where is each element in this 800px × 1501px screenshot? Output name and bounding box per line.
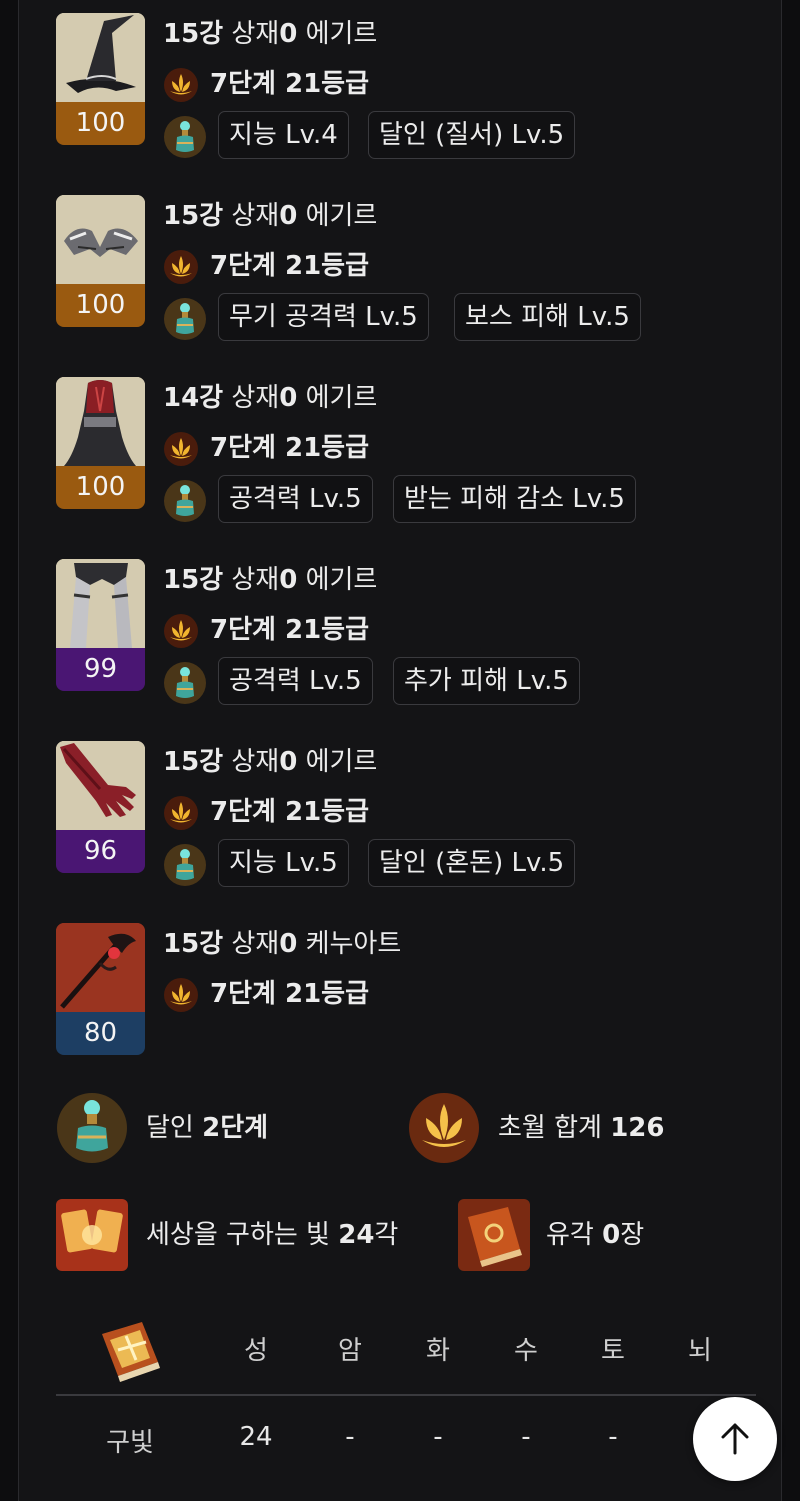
quality-badge: 80 [56,1012,145,1055]
scroll-to-top-button[interactable] [693,1397,777,1481]
item-thumbnail: 100 [56,195,145,327]
transcend-stage: 7단계 [210,251,276,281]
gloves-icon [56,741,145,830]
item-thumbnail: 100 [56,377,145,509]
shoulder-armor-icon [56,195,145,284]
lotus-flame-icon [164,796,198,830]
transcend-stage: 7단계 [210,69,276,99]
elixir-effect-chip[interactable]: 보스 피해 Lv.5 [454,293,641,341]
elixir-effect-chip[interactable]: 지능 Lv.4 [218,111,349,159]
transcend-summary-label: 초월 합계 [498,1113,611,1143]
elixir-summary-value: 2단계 [202,1113,269,1143]
elixir-effect-chip[interactable]: 추가 피해 Lv.5 [393,657,580,705]
elixir-summary: 달인 2단계 [56,1092,376,1164]
elixir-effect-chip[interactable]: 달인 (질서) Lv.5 [368,111,576,159]
card-set-label: 세상을 구하는 빛 [146,1220,339,1250]
card-book-icon [102,1322,160,1382]
transcend-grade: 21등급 [285,251,370,281]
table-header-col: 수 [514,1336,538,1366]
equipment-item-hat[interactable]: 100 15강 상재0 에기르 7단계 21등급 지능 Lv.4 달인 (질서)… [56,13,756,159]
card-awakening-table-header: 성 암 화 수 토 뇌 [56,1310,756,1394]
transcend-stage: 7단계 [210,797,276,827]
table-divider [56,1394,756,1396]
elixir-effect-chip[interactable]: 지능 Lv.5 [218,839,349,887]
lotus-flame-icon [164,68,198,102]
equipment-item-weapon[interactable]: 80 15강 상재0 케누아트 7단계 21등급 [56,923,756,1063]
item-thumbnail: 99 [56,559,145,691]
elixir-effect-chip[interactable]: 공격력 Lv.5 [218,657,373,705]
elixir-flask-icon [164,662,206,704]
item-thumbnail: 96 [56,741,145,873]
item-title: 15강 상재0 에기르 [163,201,378,231]
lotus-flame-icon [164,614,198,648]
transcend-summary-value: 126 [610,1113,665,1143]
table-cell: - [345,1422,355,1452]
table-header-col: 뇌 [688,1336,712,1366]
lotus-flame-icon [409,1093,479,1163]
transcend-grade: 21등급 [285,433,370,463]
transcend-stage: 7단계 [210,979,276,1009]
equipment-item-top[interactable]: 100 14강 상재0 에기르 7단계 21등급 공격력 Lv.5 받는 피해 … [56,377,756,523]
relic-book-summary: 유각 0장 [458,1199,718,1271]
elixir-effect-chip[interactable]: 공격력 Lv.5 [218,475,373,523]
quality-badge: 100 [56,102,145,145]
item-thumbnail: 80 [56,923,145,1055]
item-title: 15강 상재0 케누아트 [163,929,402,959]
table-header-col: 암 [338,1336,362,1366]
elixir-flask-icon [57,1093,127,1163]
transcend-summary: 초월 합계 126 [408,1092,728,1164]
elixir-effect-chip[interactable]: 무기 공격력 Lv.5 [218,293,429,341]
elixir-effect-chip[interactable]: 받는 피해 감소 Lv.5 [393,475,636,523]
table-header-col: 토 [601,1336,625,1366]
staff-weapon-icon [56,923,145,1012]
hat-icon [56,13,145,102]
table-cell: 24 [239,1422,273,1452]
lotus-flame-icon [164,432,198,466]
transcend-grade: 21등급 [285,69,370,99]
item-thumbnail: 100 [56,13,145,145]
quality-badge: 100 [56,466,145,509]
card-set-summary: 세상을 구하는 빛 24각 [56,1199,436,1271]
pants-armor-icon [56,559,145,648]
relic-book-label: 유각 [546,1220,603,1250]
transcend-grade: 21등급 [285,979,370,1009]
lotus-flame-icon [164,978,198,1012]
elixir-summary-label: 달인 [146,1113,203,1143]
table-header-col: 성 [244,1336,268,1366]
table-cell: - [433,1422,443,1452]
equipment-item-bottom[interactable]: 99 15강 상재0 에기르 7단계 21등급 공격력 Lv.5 추가 피해 L… [56,559,756,705]
item-title: 14강 상재0 에기르 [163,383,378,413]
equipment-item-gloves[interactable]: 96 15강 상재0 에기르 7단계 21등급 지능 Lv.5 달인 (혼돈) … [56,741,756,887]
elixir-flask-icon [164,116,206,158]
table-cell: - [608,1422,618,1452]
card-set-value: 24 [338,1220,375,1250]
transcend-grade: 21등급 [285,615,370,645]
lotus-flame-icon [164,250,198,284]
engraving-book-icon [458,1199,530,1271]
table-header-col: 화 [426,1336,450,1366]
item-title: 15강 상재0 에기르 [163,19,378,49]
arrow-up-icon [721,1423,749,1455]
elixir-effect-chip[interactable]: 달인 (혼돈) Lv.5 [368,839,576,887]
quality-badge: 100 [56,284,145,327]
quality-badge: 96 [56,830,145,873]
chest-armor-icon [56,377,145,466]
equipment-item-shoulder[interactable]: 100 15강 상재0 에기르 7단계 21등급 무기 공격력 Lv.5 보스 … [56,195,756,341]
awakening-card-icon [56,1199,128,1271]
quality-badge: 99 [56,648,145,691]
item-title: 15강 상재0 에기르 [163,565,378,595]
table-cell: - [521,1422,531,1452]
relic-book-value: 0 [602,1220,621,1250]
elixir-flask-icon [164,480,206,522]
item-title: 15강 상재0 에기르 [163,747,378,777]
transcend-stage: 7단계 [210,433,276,463]
elixir-flask-icon [164,298,206,340]
transcend-grade: 21등급 [285,797,370,827]
elixir-flask-icon [164,844,206,886]
table-row-label: 구빛 [106,1428,154,1458]
transcend-stage: 7단계 [210,615,276,645]
